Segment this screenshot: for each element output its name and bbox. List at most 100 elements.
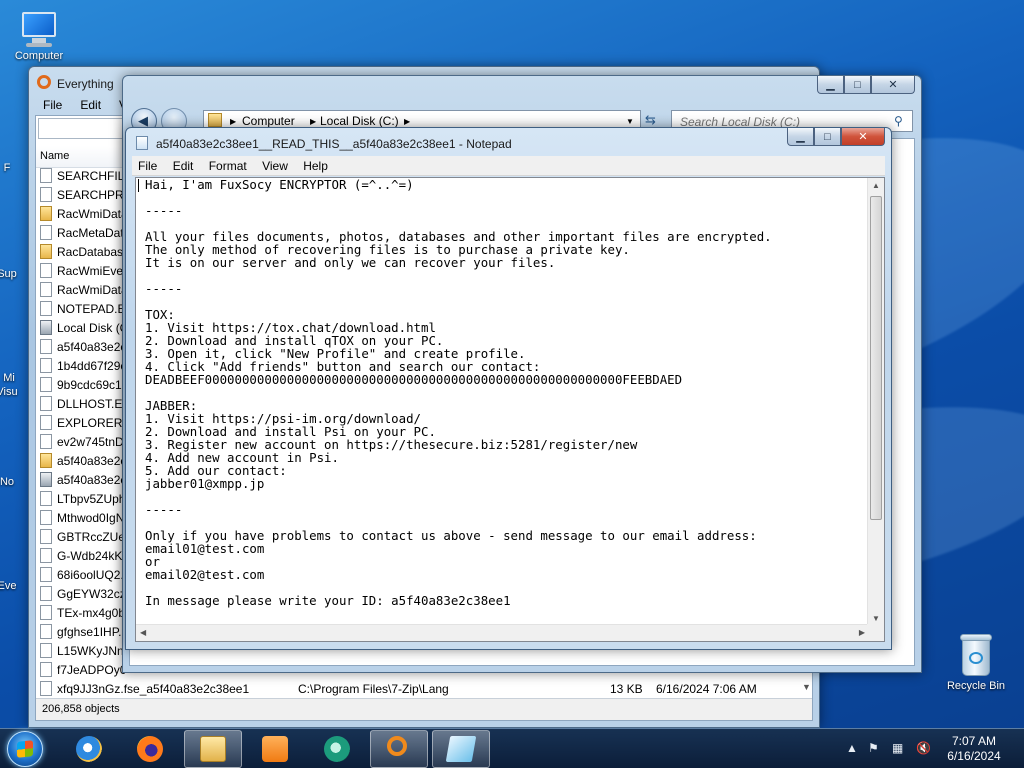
taskbar-everything-search[interactable] [370,730,428,768]
file-name: RacWmiData [57,206,128,221]
table-row[interactable]: Local Disk (C [40,318,128,337]
taskbar-network-tool[interactable] [308,730,366,768]
folder-icon [208,113,222,127]
scroll-left-icon[interactable]: ◀ [140,628,146,637]
firefox-icon [137,736,163,762]
notepad-menu-help[interactable]: Help [297,159,334,173]
table-row[interactable]: ev2w745tnD. [40,432,127,451]
table-row[interactable]: a5f40a83e2c [40,451,126,470]
desktop-recycle-bin[interactable]: Recycle Bin [938,632,1014,692]
table-row[interactable]: RacWmiData [40,204,128,223]
taskbar-media-player[interactable] [246,730,304,768]
file-icon [40,453,52,468]
notepad-menu-format[interactable]: Format [203,159,253,173]
resize-grip[interactable] [867,624,884,641]
column-name[interactable]: Name [40,150,69,162]
file-name: L15WKyJNnT [57,643,132,658]
table-row[interactable]: RacWmiData [40,280,128,299]
breadcrumb-arrow-icon: ▶ [404,117,411,126]
action-center-icon[interactable]: ⚑ [868,741,882,755]
file-icon [40,662,52,677]
taskbar-internet-explorer[interactable] [60,730,118,768]
file-icon [40,168,52,183]
file-name: a5f40a83e2c [57,453,127,468]
table-row[interactable]: RacMetaData [40,223,130,242]
table-row[interactable]: 68i6oolUQ2. [40,565,124,584]
table-row[interactable]: RacDatabase [40,242,130,261]
table-row[interactable]: xfq9JJ3nGz.fse_a5f40a83e2c38ee1 [40,679,249,698]
table-row[interactable]: 1b4dd67f29c [40,356,126,375]
vertical-scroll-thumb[interactable] [870,196,882,520]
file-icon [40,377,52,392]
table-row[interactable]: GBTRccZUe4 [40,527,132,546]
file-icon [40,624,52,639]
taskbar-notepad[interactable] [432,730,490,768]
notepad-maximize-button[interactable]: □ [814,128,841,146]
taskbar-clock[interactable]: 7:07 AM 6/16/2024 [938,734,1010,764]
chevron-up-icon[interactable]: ▲ [846,741,860,755]
file-name: LTbpv5ZUph [57,491,126,506]
breadcrumb-arrow-icon: ▶ [310,117,317,126]
file-name: ev2w745tnD. [57,434,128,449]
notepad-title: a5f40a83e2c38ee1__READ_THIS__a5f40a83e2c… [156,137,512,151]
notepad-close-button[interactable]: ✕ [841,128,885,146]
file-name: 68i6oolUQ2. [57,567,124,582]
file-icon [40,339,52,354]
refresh-icon[interactable]: ⇆ [645,112,656,128]
file-name: a5f40a83e2c [57,339,127,354]
file-icon [40,510,52,525]
recycle-bin-label: Recycle Bin [946,680,1006,692]
table-row[interactable]: NOTEPAD.EX [40,299,133,318]
ransom-note-text: Hai, I'am FuxSocy ENCRYPTOR (=^..^=) ---… [145,177,772,608]
chevron-down-icon[interactable]: ▼ [802,682,811,692]
table-row[interactable]: SEARCHFILT [40,166,131,185]
notepad-minimize-button[interactable]: ▁ [787,128,814,146]
scroll-down-icon[interactable]: ▼ [872,614,880,623]
table-row[interactable]: RacWmiEven [40,261,130,280]
everything-title: Everything [57,77,114,91]
everything-menu-file[interactable]: File [41,98,64,112]
table-row[interactable]: G-Wdb24kKr [40,546,126,565]
file-icon [40,244,52,259]
table-row[interactable]: DLLHOST.EX [40,394,130,413]
file-icon [40,301,52,316]
chevron-down-icon[interactable]: ▼ [626,117,634,126]
object-count: 206,858 objects [42,703,120,715]
text-caret [138,179,139,192]
table-row[interactable]: L15WKyJNnT [40,641,131,660]
taskbar-firefox[interactable] [121,730,179,768]
scroll-up-icon[interactable]: ▲ [872,181,880,190]
breadcrumb-local-disk[interactable]: Local Disk (C:) [320,114,399,128]
notepad-menu-edit[interactable]: Edit [167,159,200,173]
start-button[interactable] [7,731,43,767]
notepad-menu-view[interactable]: View [256,159,294,173]
breadcrumb-computer[interactable]: Computer [242,114,295,128]
table-row[interactable]: SEARCHPRO [40,185,133,204]
table-row[interactable]: gfghse1IHP. [40,622,122,641]
vertical-scrollbar[interactable]: ▲ ▼ [867,178,884,626]
magnifier-icon [387,736,407,756]
notepad-caption-buttons: ▁ □ ✕ [787,128,885,146]
table-row[interactable]: a5f40a83e2c [40,337,126,356]
table-row[interactable]: Mthwod0IgN [40,508,124,527]
scroll-right-icon[interactable]: ▶ [859,628,865,637]
horizontal-scrollbar[interactable]: ◀ ▶ [136,624,869,641]
table-row[interactable]: f7JeADPOy0 [40,660,126,679]
everything-menu-edit[interactable]: Edit [78,98,103,112]
table-row[interactable]: a5f40a83e2c [40,470,126,489]
file-name: 1b4dd67f29c [57,358,127,373]
table-row[interactable]: TEx-mx4g0b [40,603,125,622]
table-row[interactable]: 9b9cdc69c1c [40,375,128,394]
volume-muted-icon[interactable]: 🔇 [916,741,931,755]
taskbar-file-explorer[interactable] [184,730,242,768]
notepad-text-area[interactable]: Hai, I'am FuxSocy ENCRYPTOR (=^..^=) ---… [135,177,885,642]
explorer-maximize-button[interactable]: □ [844,76,871,94]
table-row[interactable]: LTbpv5ZUph [40,489,125,508]
table-row[interactable]: GgEYW32czi [40,584,128,603]
desktop-computer-icon[interactable]: Computer [2,10,76,62]
network-icon[interactable]: ▦ [892,741,906,755]
explorer-minimize-button[interactable]: ▁ [817,76,844,94]
notepad-window[interactable]: a5f40a83e2c38ee1__READ_THIS__a5f40a83e2c… [125,127,892,650]
notepad-menu-file[interactable]: File [132,159,163,173]
explorer-close-button[interactable]: ✕ [871,76,915,94]
